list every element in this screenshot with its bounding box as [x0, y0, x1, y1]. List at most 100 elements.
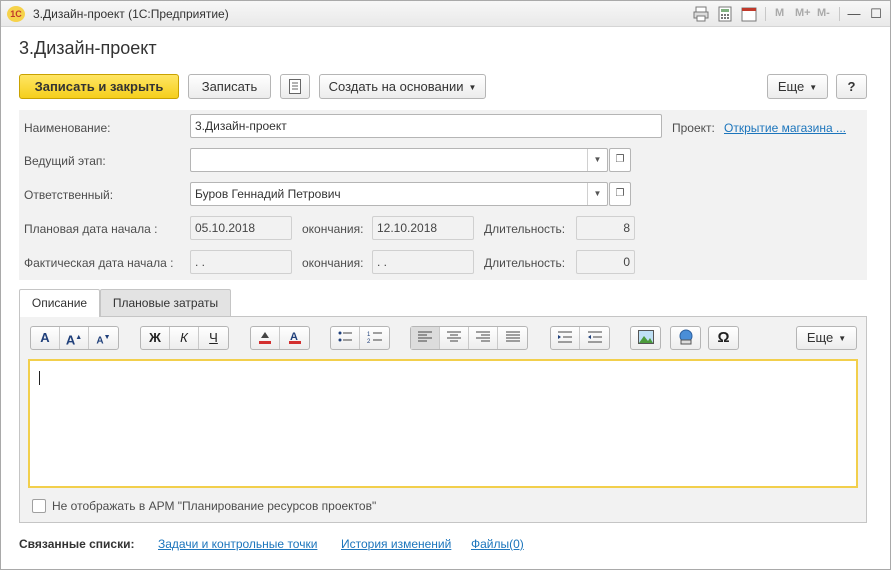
name-field[interactable]: 3.Дизайн-проект — [190, 114, 662, 138]
svg-text:1: 1 — [367, 332, 371, 338]
list-group: 12 — [330, 326, 390, 350]
planned-start-label: Плановая дата начала : — [24, 222, 158, 236]
editor-more-button[interactable]: Еще ▼ — [796, 326, 857, 350]
chevron-down-icon: ▼ — [838, 334, 847, 343]
insert-symbol-group: Ω — [708, 326, 739, 350]
font-bold-large-button[interactable]: A — [31, 327, 60, 349]
description-editor[interactable] — [28, 359, 858, 488]
planned-duration-field: 8 — [576, 216, 635, 240]
tab-description[interactable]: Описание — [19, 289, 100, 317]
numbered-list-icon: 12 — [367, 330, 383, 345]
project-label: Проект: — [672, 121, 715, 135]
insert-image-group — [630, 326, 661, 350]
indent-decrease-icon — [587, 330, 602, 345]
page-title: 3.Дизайн-проект — [19, 38, 157, 58]
open-window-icon: ❐ — [615, 154, 625, 165]
align-right-button[interactable] — [469, 327, 498, 349]
report-button[interactable] — [280, 74, 310, 99]
window-title: 3.Дизайн-проект (1С:Предприятие) — [33, 7, 229, 21]
numbered-list-button[interactable]: 12 — [360, 327, 389, 349]
calendar-icon[interactable] — [741, 6, 757, 22]
text-cursor — [39, 371, 40, 385]
planned-duration-label: Длительность: — [484, 222, 566, 236]
background-color-button[interactable] — [251, 327, 280, 349]
bullet-list-icon — [337, 330, 353, 345]
responsible-label: Ответственный: — [24, 188, 114, 202]
underline-button[interactable]: Ч — [199, 327, 228, 349]
font-increase-button[interactable]: A▲ — [60, 327, 89, 349]
app-logo-icon: 1С — [7, 6, 25, 22]
hide-in-resource-planning-checkbox[interactable] — [32, 499, 46, 513]
more-button[interactable]: Еще ▼ — [767, 74, 828, 99]
attributes-panel: Наименование: 3.Дизайн-проект Проект: От… — [19, 110, 867, 280]
bullet-list-button[interactable] — [331, 327, 360, 349]
align-justify-button[interactable] — [498, 327, 527, 349]
bold-button[interactable]: Ж — [141, 327, 170, 349]
align-center-icon — [447, 330, 461, 345]
align-justify-icon — [505, 330, 520, 345]
color-group: A — [250, 326, 310, 350]
actual-duration-field: 0 — [576, 250, 635, 274]
maximize-button[interactable]: ☐ — [867, 5, 885, 23]
indent-increase-icon — [558, 330, 572, 345]
actual-end-label: окончания: — [302, 256, 364, 270]
fill-bucket-icon — [257, 330, 273, 345]
indent-increase-button[interactable] — [551, 327, 580, 349]
insert-image-button[interactable] — [631, 327, 660, 349]
memory-button[interactable]: M — [775, 7, 784, 19]
save-and-close-button[interactable]: Записать и закрыть — [19, 74, 179, 99]
alignment-group — [410, 326, 528, 350]
calc-icon[interactable] — [717, 6, 733, 22]
create-based-on-button[interactable]: Создать на основании ▼ — [319, 74, 486, 99]
lead-stage-field[interactable]: ▼ — [190, 148, 608, 172]
open-window-icon: ❐ — [615, 188, 625, 199]
actual-duration-label: Длительность: — [484, 256, 566, 270]
toolbar-separator — [765, 7, 766, 21]
help-button[interactable]: ? — [836, 74, 867, 99]
related-link-files[interactable]: Файлы(0) — [471, 537, 524, 551]
chevron-down-icon[interactable]: ▼ — [587, 149, 607, 171]
insert-symbol-button[interactable]: Ω — [709, 327, 738, 349]
italic-button[interactable]: К — [170, 327, 199, 349]
save-button[interactable]: Записать — [188, 74, 271, 99]
planned-end-field: 12.10.2018 — [372, 216, 474, 240]
actual-end-field: . . — [372, 250, 474, 274]
print-icon[interactable] — [693, 6, 709, 22]
memory-plus-button[interactable]: M+ — [795, 7, 811, 19]
insert-link-group — [670, 326, 701, 350]
name-label: Наименование: — [24, 121, 111, 135]
align-center-button[interactable] — [440, 327, 469, 349]
related-link-history[interactable]: История изменений — [341, 537, 451, 551]
related-lists-label: Связанные списки: — [19, 537, 135, 551]
tab-planned-costs[interactable]: Плановые затраты — [100, 289, 231, 316]
responsible-value: Буров Геннадий Петрович — [195, 187, 341, 201]
chevron-down-icon[interactable]: ▼ — [587, 183, 607, 205]
document-list-icon — [289, 79, 301, 94]
open-lead-stage-button[interactable]: ❐ — [609, 148, 631, 172]
insert-link-button[interactable] — [671, 327, 700, 349]
open-responsible-button[interactable]: ❐ — [609, 182, 631, 206]
responsible-field[interactable]: Буров Геннадий Петрович ▼ — [190, 182, 608, 206]
actual-start-field: . . — [190, 250, 292, 274]
description-tab-panel: A A▲ A▼ Ж К Ч A 1 2 Ω Еще ▼ Не отображат… — [19, 316, 867, 523]
memory-minus-button[interactable]: M- — [817, 7, 830, 19]
text-color-button[interactable]: A — [280, 327, 309, 349]
chevron-down-icon: ▼ — [809, 83, 818, 92]
chevron-down-icon: ▼ — [468, 83, 477, 92]
indent-decrease-button[interactable] — [580, 327, 609, 349]
toolbar-separator — [839, 7, 840, 21]
globe-link-icon — [678, 329, 694, 345]
title-bar: 1С 3.Дизайн-проект (1С:Предприятие) M M+… — [1, 1, 890, 27]
align-left-button[interactable] — [411, 327, 440, 349]
related-link-tasks[interactable]: Задачи и контрольные точки — [158, 537, 317, 551]
font-size-group: A A▲ A▼ — [30, 326, 119, 350]
more-label: Еще — [777, 79, 805, 94]
planned-start-field: 05.10.2018 — [190, 216, 292, 240]
minimize-button[interactable]: — — [845, 5, 863, 23]
image-icon — [637, 330, 654, 345]
align-left-icon — [418, 330, 432, 345]
editor-more-label: Еще — [806, 330, 834, 345]
hide-in-resource-planning-label[interactable]: Не отображать в АРМ "Планирование ресурс… — [52, 499, 376, 513]
font-decrease-button[interactable]: A▼ — [89, 327, 118, 349]
project-link[interactable]: Открытие магазина ... — [724, 121, 846, 135]
